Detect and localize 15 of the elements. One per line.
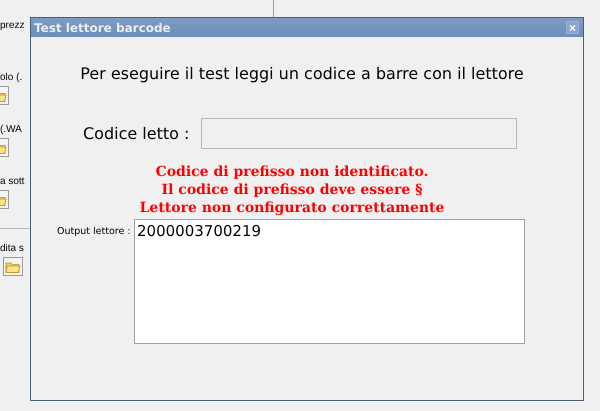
code-label: Codice letto : bbox=[83, 124, 190, 143]
output-field[interactable]: 2000003700219 bbox=[134, 219, 525, 344]
code-field[interactable] bbox=[201, 118, 518, 149]
field-label: olo (. bbox=[0, 72, 22, 83]
error-message: Il codice di prefisso deve essere § bbox=[162, 181, 422, 199]
field-label: (.WA bbox=[0, 124, 22, 135]
instruction-text: Per eseguire il test leggi un codice a barre con il lettore bbox=[79, 64, 525, 83]
folder-icon[interactable] bbox=[3, 257, 23, 276]
error-message: Codice di prefisso non identificato. bbox=[156, 163, 428, 181]
field-label: a sott bbox=[0, 176, 24, 187]
field-label: dita s bbox=[0, 243, 24, 254]
field-label: prezz bbox=[0, 20, 24, 31]
error-message: Lettore non configurato correttamente bbox=[140, 199, 444, 217]
output-label: Output lettore : bbox=[57, 226, 132, 237]
window-title: Test lettore barcode bbox=[34, 20, 171, 34]
